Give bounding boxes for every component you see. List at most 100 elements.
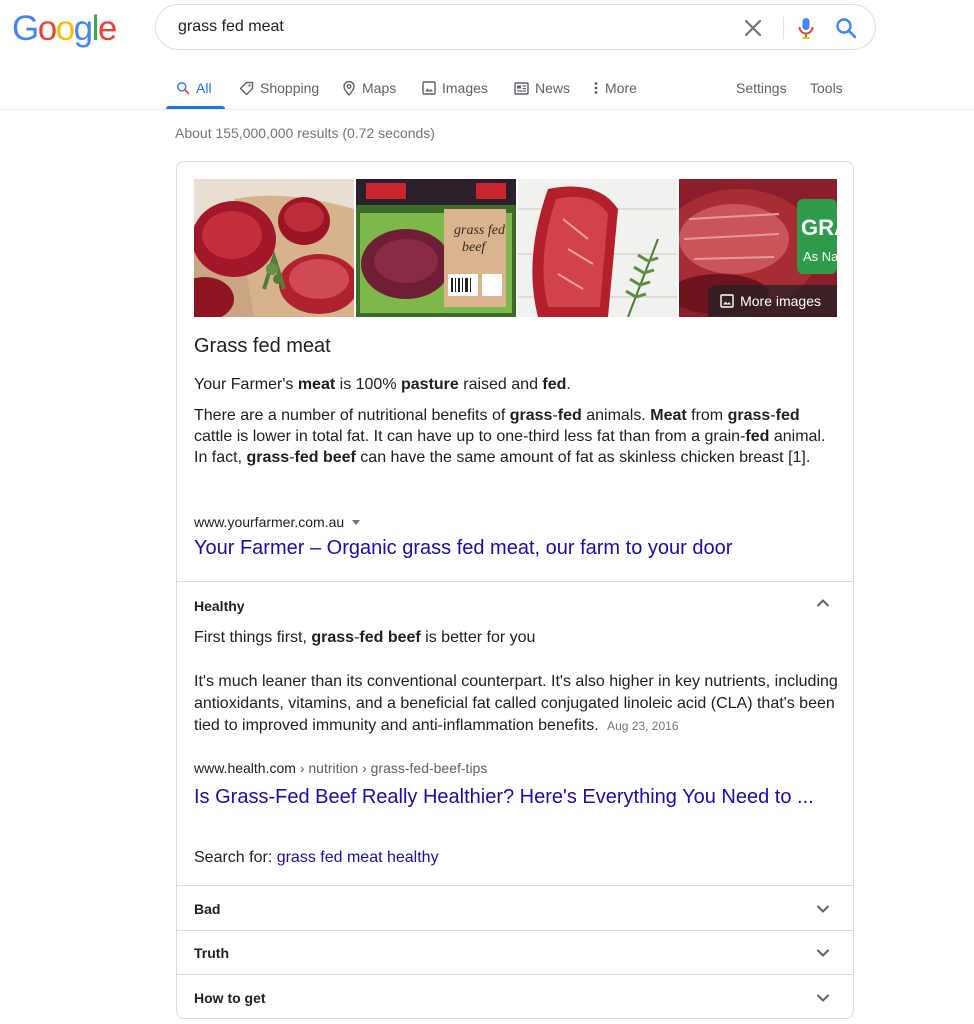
text-segment: animals. xyxy=(581,407,651,424)
healthy-cite: www.health.com › nutrition › grass-fed-b… xyxy=(194,760,487,776)
map-pin-icon xyxy=(343,80,355,96)
image-icon xyxy=(422,81,436,95)
search-box-divider xyxy=(783,17,784,39)
text-segment: is 100% xyxy=(335,376,401,393)
tab-more[interactable]: More xyxy=(593,76,637,100)
tag-icon xyxy=(239,81,254,95)
bold-segment: meat xyxy=(297,376,336,393)
tab-shopping[interactable]: Shopping xyxy=(239,76,319,100)
text-segment: First things first, xyxy=(194,629,312,646)
close-icon xyxy=(744,19,762,37)
accordion-header-how-to-get[interactable]: How to get xyxy=(194,990,266,1006)
snippet-paragraph: There are a number of nutritional benefi… xyxy=(194,405,834,468)
text-segment: raised and xyxy=(458,376,543,393)
cite-breadcrumb: › nutrition › grass-fed-beef-tips xyxy=(295,760,488,776)
image-thumbnail[interactable] xyxy=(194,179,354,317)
svg-text:grass fed: grass fed xyxy=(454,223,506,238)
paragraph-text: It's much leaner than its conventional c… xyxy=(194,673,838,734)
tab-label: All xyxy=(196,80,212,96)
bold-segment: grass xyxy=(727,407,771,424)
caret-down-icon[interactable] xyxy=(352,519,361,525)
logo-letter: o xyxy=(55,9,75,48)
bold-segment: fed xyxy=(542,376,567,393)
featured-snippet-card: grass fed beef GR As Na More images Gras… xyxy=(176,161,854,1019)
chevron-up-icon[interactable] xyxy=(813,593,833,613)
bold-segment: grass xyxy=(509,407,553,424)
clear-button[interactable] xyxy=(740,15,766,41)
date-label: Aug 23, 2016 xyxy=(607,719,679,733)
cite-url: www.yourfarmer.com.au xyxy=(194,514,345,530)
more-images-label: More images xyxy=(740,293,821,309)
logo-letter: G xyxy=(12,9,39,48)
thumbnail-overlay-subtext: As Na xyxy=(803,249,837,264)
more-vert-icon xyxy=(594,82,598,94)
bold-segment: fed xyxy=(745,428,770,445)
search-for: Search for: grass fed meat healthy xyxy=(194,849,439,867)
search-box xyxy=(155,4,876,50)
tab-settings[interactable]: Settings xyxy=(736,76,787,100)
healthy-result-link[interactable]: Is Grass-Fed Beef Really Healthier? Here… xyxy=(194,784,834,810)
search-icon xyxy=(177,82,190,95)
image-thumbnail[interactable]: grass fed beef xyxy=(356,179,516,317)
text-segment: cattle is lower in total fat. It can hav… xyxy=(194,428,746,445)
search-input[interactable] xyxy=(176,5,716,49)
text-segment: . xyxy=(566,376,571,393)
tab-label: Images xyxy=(442,80,488,96)
snippet-title: Grass fed meat xyxy=(194,335,331,357)
result-cite: www.yourfarmer.com.au xyxy=(194,514,361,530)
bold-segment: fed xyxy=(775,407,800,424)
accordion-header-healthy[interactable]: Healthy xyxy=(194,598,245,614)
healthy-paragraph: It's much leaner than its conventional c… xyxy=(194,671,844,737)
tab-news[interactable]: News xyxy=(514,76,570,100)
divider xyxy=(177,581,853,582)
cite-domain: www.health.com xyxy=(194,760,296,776)
search-for-link[interactable]: grass fed meat healthy xyxy=(277,849,439,866)
search-icon xyxy=(836,18,857,39)
result-title-link[interactable]: Your Farmer – Organic grass fed meat, ou… xyxy=(194,537,732,560)
svg-text:beef: beef xyxy=(462,240,487,255)
image-thumbnail[interactable] xyxy=(518,179,677,317)
chevron-down-icon[interactable] xyxy=(813,988,833,1008)
search-for-label: Search for: xyxy=(194,849,277,866)
bold-segment: grass xyxy=(246,449,290,466)
tab-label: Shopping xyxy=(260,80,320,96)
text-segment: There are a number of nutritional benefi… xyxy=(194,407,510,424)
tab-label: News xyxy=(535,80,571,96)
bold-segment: Meat xyxy=(650,407,687,424)
result-stats: About 155,000,000 results (0.72 seconds) xyxy=(175,125,435,141)
voice-search-button[interactable] xyxy=(793,15,819,41)
chevron-down-icon[interactable] xyxy=(813,943,833,963)
google-logo[interactable]: Google xyxy=(12,9,117,49)
text-segment: is better for you xyxy=(420,629,536,646)
news-icon xyxy=(514,81,529,95)
image-thumbnail[interactable]: GRA As Na More images xyxy=(679,179,837,317)
snippet-summary: Your Farmer's meat is 100% pasture raise… xyxy=(194,374,834,395)
image-strip: grass fed beef GR As Na More images xyxy=(194,179,837,317)
logo-letter: g xyxy=(73,9,93,48)
divider xyxy=(177,930,853,931)
text-segment: can have the same amount of fat as skinl… xyxy=(355,449,811,466)
accordion-header-bad[interactable]: Bad xyxy=(194,901,220,917)
tab-maps[interactable]: Maps xyxy=(342,76,396,100)
logo-letter: o xyxy=(37,9,57,48)
search-button[interactable] xyxy=(832,14,860,42)
chevron-down-icon[interactable] xyxy=(813,899,833,919)
search-tabs: All Shopping Maps Images News More Setti… xyxy=(0,66,974,110)
bold-segment: grass xyxy=(311,629,355,646)
healthy-summary: First things first, grass-fed beef is be… xyxy=(194,627,535,648)
tab-images[interactable]: Images xyxy=(422,76,488,100)
more-images-button[interactable]: More images xyxy=(708,285,837,317)
tab-tools[interactable]: Tools xyxy=(810,76,843,100)
tab-label: Tools xyxy=(810,80,843,96)
bold-segment: fed xyxy=(557,407,582,424)
bold-segment: pasture xyxy=(401,376,459,393)
tab-all[interactable]: All xyxy=(176,76,212,100)
accordion-header-truth[interactable]: Truth xyxy=(194,945,229,961)
bold-segment: fed beef xyxy=(294,449,356,466)
active-tab-indicator xyxy=(166,106,225,109)
tab-label: More xyxy=(605,80,637,96)
logo-letter: e xyxy=(97,9,117,48)
image-icon xyxy=(720,294,734,308)
microphone-icon xyxy=(798,18,814,39)
divider xyxy=(177,974,853,975)
